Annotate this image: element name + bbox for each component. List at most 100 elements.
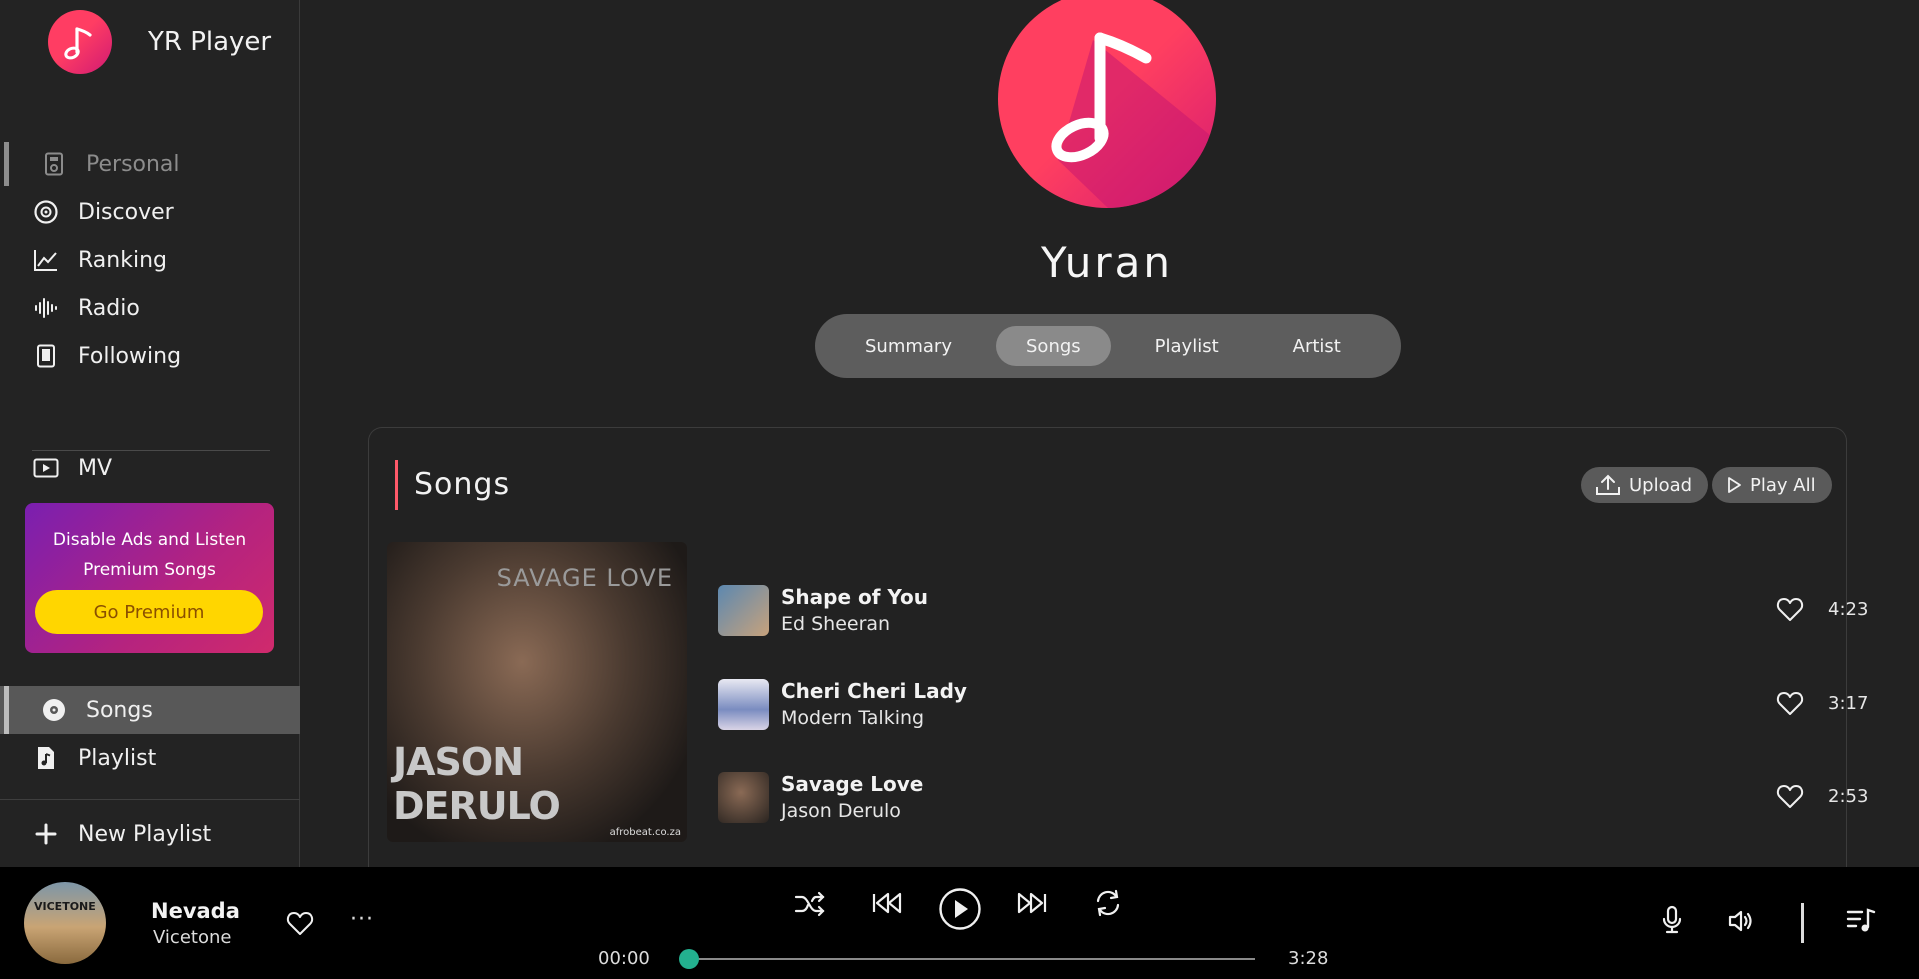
tab-playlist[interactable]: Playlist <box>1125 326 1249 366</box>
nav-label: Playlist <box>78 745 157 771</box>
play-all-button[interactable]: Play All <box>1712 467 1832 503</box>
ranking-icon <box>32 246 60 274</box>
premium-text-line2: Premium Songs <box>83 560 216 580</box>
now-playing-artist: Vicetone <box>153 927 232 948</box>
library-divider <box>0 799 300 800</box>
song-thumbnail <box>718 772 769 823</box>
nav-item-personal[interactable]: Personal <box>0 140 300 188</box>
album-bottom-text: JASON DERULO <box>393 740 561 828</box>
app-name: YR Player <box>148 27 272 57</box>
new-playlist-label: New Playlist <box>78 821 212 847</box>
song-artist: Modern Talking <box>781 707 925 729</box>
more-options-icon[interactable]: ··· <box>350 907 374 932</box>
upload-label: Upload <box>1629 474 1693 496</box>
volume-button[interactable] <box>1727 909 1755 937</box>
music-note-logo-icon <box>48 10 112 74</box>
skip-back-icon <box>872 892 902 914</box>
nav-label: Radio <box>78 295 140 321</box>
now-playing-cover[interactable]: VICETONE <box>24 882 106 964</box>
nav-item-playlist[interactable]: Playlist <box>0 734 300 782</box>
song-duration: 3:17 <box>1828 693 1869 714</box>
total-time: 3:28 <box>1288 948 1329 969</box>
profile-tabs: Summary Songs Playlist Artist <box>815 314 1401 378</box>
album-top-text: SAVAGE LOVE <box>496 564 673 592</box>
following-icon <box>32 342 60 370</box>
microphone-button[interactable] <box>1661 905 1683 939</box>
nav-label: Songs <box>86 697 153 723</box>
play-all-label: Play All <box>1750 474 1816 496</box>
progress-handle[interactable] <box>679 949 699 969</box>
nav-item-songs[interactable]: Songs <box>0 686 300 734</box>
songs-card: Songs Upload Play All SAVAGE LOVE JASON … <box>368 427 1868 867</box>
tab-summary[interactable]: Summary <box>835 326 982 366</box>
upload-icon <box>1596 474 1620 495</box>
main-nav: Personal Discover Ranking Radio Followin… <box>0 140 300 380</box>
previous-button[interactable] <box>871 891 903 915</box>
song-title: Cheri Cheri Lady <box>781 679 967 703</box>
profile-name: Yuran <box>1040 238 1174 287</box>
disc-icon <box>40 696 68 724</box>
song-row[interactable]: Cheri Cheri Lady Modern Talking 3:17 <box>718 679 1868 731</box>
radio-icon <box>32 294 60 322</box>
discover-icon <box>32 198 60 226</box>
profile-avatar <box>998 0 1216 208</box>
next-button[interactable] <box>1016 891 1048 915</box>
song-duration: 2:53 <box>1828 786 1869 807</box>
nav-label: MV <box>78 455 113 481</box>
brand[interactable]: YR Player <box>48 10 271 74</box>
song-thumbnail <box>718 585 769 636</box>
mv-section: MV <box>0 444 300 492</box>
music-file-icon <box>32 744 60 772</box>
premium-text-line1: Disable Ads and Listen <box>52 530 247 550</box>
sidebar: YR Player Personal Discover Ranking Radi… <box>0 0 300 867</box>
playlist-queue-icon <box>1846 908 1876 932</box>
heart-icon[interactable] <box>1776 597 1804 623</box>
volume-icon <box>1728 910 1752 932</box>
nav-item-radio[interactable]: Radio <box>0 284 300 332</box>
nav-label: Personal <box>86 151 180 177</box>
cover-text: VICETONE <box>34 900 96 913</box>
microphone-icon <box>1662 905 1682 934</box>
song-row[interactable]: Shape of You Ed Sheeran 4:23 <box>718 585 1868 637</box>
song-duration: 4:23 <box>1828 599 1869 620</box>
nav-item-mv[interactable]: MV <box>0 444 300 492</box>
new-playlist-button[interactable]: New Playlist <box>0 810 300 858</box>
skip-forward-icon <box>1017 892 1047 914</box>
progress-track[interactable] <box>689 958 1255 960</box>
new-playlist-section: New Playlist <box>0 810 300 858</box>
album-credit: afrobeat.co.za <box>609 827 681 838</box>
song-title: Savage Love <box>781 772 924 796</box>
play-button[interactable] <box>938 887 982 931</box>
shuffle-button[interactable] <box>794 891 826 917</box>
upload-button[interactable]: Upload <box>1581 467 1709 503</box>
song-row[interactable]: Savage Love Jason Derulo 2:53 <box>718 772 1868 824</box>
queue-button[interactable] <box>1846 907 1876 937</box>
premium-promo: Disable Ads and Listen Premium Songs Go … <box>25 503 274 653</box>
nav-item-discover[interactable]: Discover <box>0 188 300 236</box>
song-thumbnail <box>718 679 769 730</box>
personal-icon <box>40 150 68 178</box>
current-time: 00:00 <box>598 948 650 969</box>
repeat-button[interactable] <box>1093 889 1123 917</box>
tab-songs[interactable]: Songs <box>996 326 1111 366</box>
repeat-icon <box>1096 889 1120 917</box>
tab-artist[interactable]: Artist <box>1263 326 1371 366</box>
video-icon <box>32 454 60 482</box>
play-circle-icon <box>939 888 981 930</box>
heart-icon[interactable] <box>1776 691 1804 717</box>
shuffle-icon <box>794 891 825 917</box>
library-nav: Songs Playlist <box>0 686 300 782</box>
nav-label: Ranking <box>78 247 167 273</box>
nav-item-following[interactable]: Following <box>0 332 300 380</box>
nav-item-ranking[interactable]: Ranking <box>0 236 300 284</box>
heart-icon[interactable] <box>1776 784 1804 810</box>
play-icon <box>1728 477 1741 493</box>
go-premium-button[interactable]: Go Premium <box>35 590 263 634</box>
song-artist: Jason Derulo <box>781 800 901 822</box>
heart-icon[interactable] <box>286 911 314 937</box>
section-title: Songs <box>395 460 510 510</box>
album-art[interactable]: SAVAGE LOVE JASON DERULO afrobeat.co.za <box>387 542 687 842</box>
player-bar: VICETONE Nevada Vicetone ··· 00:00 3:28 <box>0 867 1919 979</box>
nav-label: Discover <box>78 199 174 225</box>
divider <box>1801 903 1804 943</box>
